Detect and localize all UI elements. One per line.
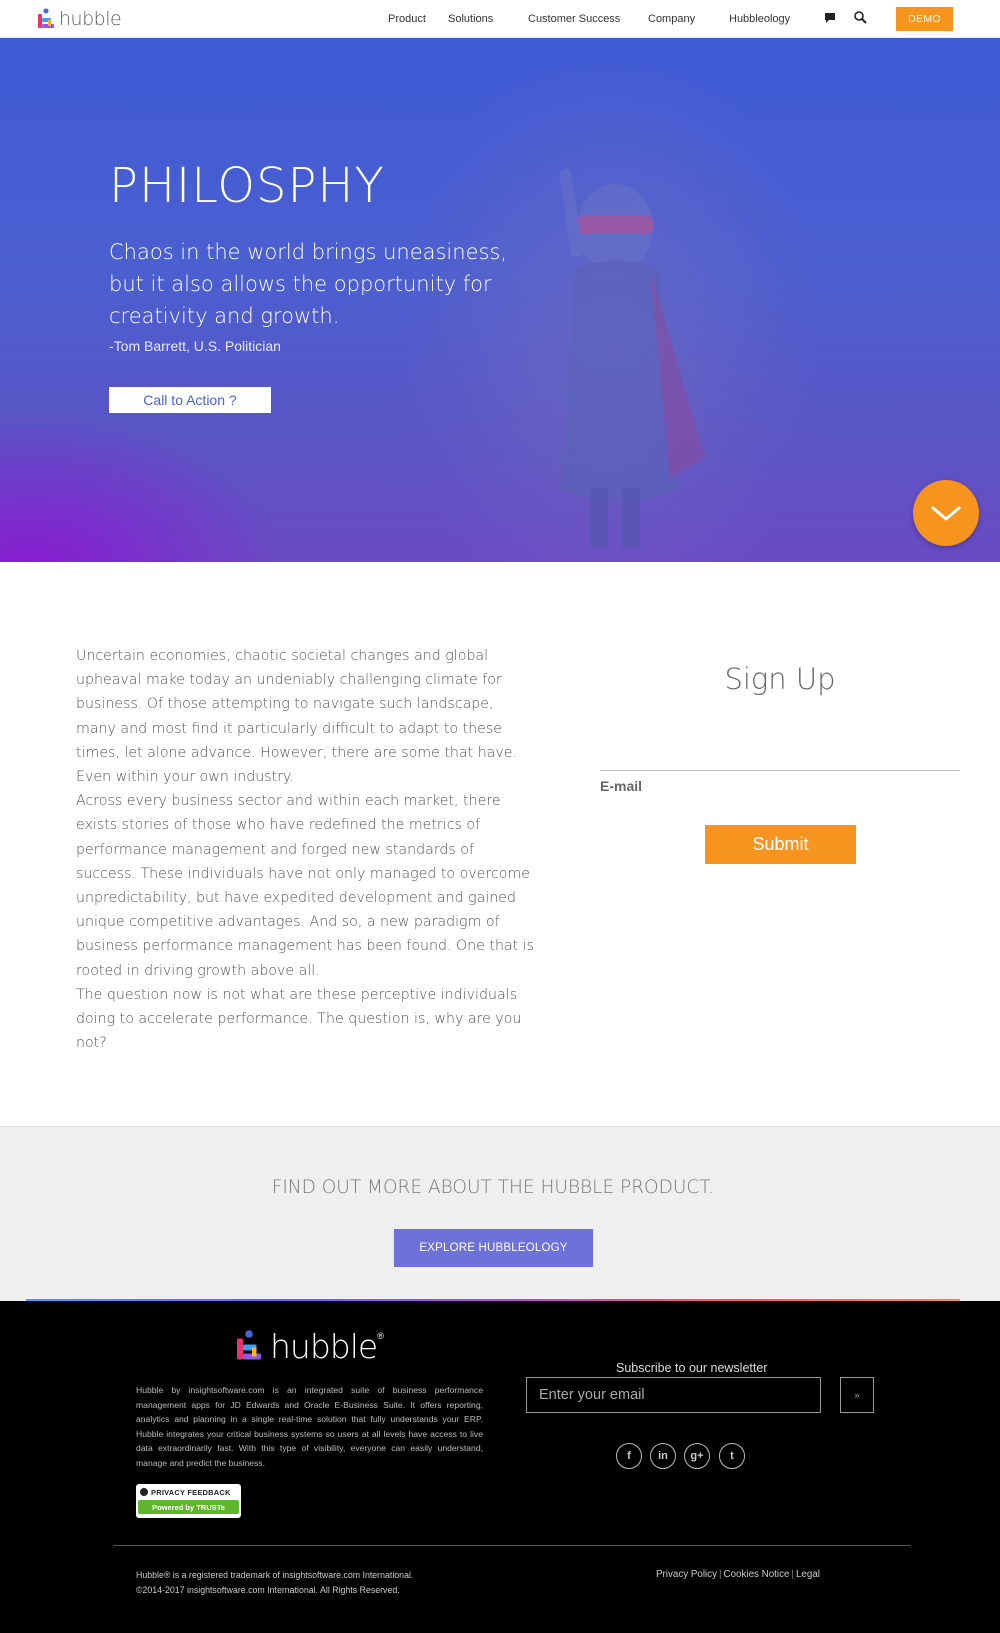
demo-button[interactable]: DEMO <box>896 7 953 31</box>
footer: hubble ® Hubble by insightsoftware.com i… <box>0 1301 1000 1633</box>
hero-quote: Chaos in the world brings uneasiness, bu… <box>109 240 508 328</box>
body-paragraph: The question now is not what are these p… <box>76 986 522 1052</box>
hubble-logo-icon <box>237 1330 261 1360</box>
link-separator: | <box>718 1569 722 1580</box>
body-paragraph: Across every business sector and within … <box>76 793 535 979</box>
philosophy-body-text: Uncertain economies, chaotic societal ch… <box>76 644 536 1055</box>
registered-mark: ® <box>377 1331 384 1341</box>
speech-bubble-icon <box>140 1488 148 1496</box>
hero-quote-author: -Tom Barrett, U.S. Politician <box>109 338 281 354</box>
footer-logo[interactable]: hubble ® <box>234 1326 384 1366</box>
hero-banner: PHILOSPHY Chaos in the world brings unea… <box>0 38 1000 562</box>
facebook-icon[interactable]: f <box>616 1443 642 1469</box>
legal-link[interactable]: Legal <box>796 1569 820 1580</box>
nav-company[interactable]: Company <box>648 13 695 25</box>
nav-customer-success[interactable]: Customer Success <box>528 13 620 25</box>
scroll-down-button[interactable] <box>913 480 979 546</box>
truste-privacy-badge[interactable]: PRIVACY FEEDBACK Powered by TRUSTe <box>136 1484 241 1518</box>
trust-badge-top-text: PRIVACY FEEDBACK <box>151 1487 231 1497</box>
nav-hubbleology[interactable]: Hubbleology <box>729 13 790 25</box>
explore-hubbleology-button[interactable]: EXPLORE HUBBLEOLOGY <box>394 1229 593 1267</box>
nav-solutions[interactable]: Solutions <box>448 13 493 25</box>
newsletter-subscribe-button[interactable]: » <box>840 1377 874 1413</box>
privacy-policy-link[interactable]: Privacy Policy <box>656 1569 717 1580</box>
explore-band-title: FIND OUT MORE ABOUT THE HUBBLE PRODUCT. <box>271 1177 715 1198</box>
newsletter-email-input[interactable]: Enter your email <box>526 1377 821 1413</box>
chevron-down-icon <box>931 506 961 521</box>
newsletter-title: Subscribe to our newsletter <box>616 1361 768 1375</box>
submit-button[interactable]: Submit <box>705 825 856 864</box>
call-to-action-button[interactable]: Call to Action ? <box>109 387 271 413</box>
trademark-text: Hubble® is a registered trademark of ins… <box>136 1570 414 1580</box>
email-field-label: E-mail <box>600 778 643 794</box>
trust-badge-bottom-text: Powered by TRUSTe <box>138 1500 239 1514</box>
nav-links: Product Solutions Customer Success Compa… <box>0 12 1000 28</box>
footer-description: Hubble by insightsoftware.com is an inte… <box>136 1385 483 1468</box>
footer-links: Privacy Policy | Cookies Notice | Legal <box>656 1569 820 1580</box>
footer-divider <box>113 1545 911 1546</box>
search-icon[interactable] <box>852 9 870 27</box>
hero-title: PHILOSPHY <box>109 158 385 214</box>
top-navbar: hubble Product Solutions Customer Succes… <box>0 0 1000 38</box>
hero-child-silhouette <box>559 168 705 548</box>
linkedin-icon[interactable]: in <box>650 1443 676 1469</box>
body-paragraph: Uncertain economies, chaotic societal ch… <box>76 648 518 786</box>
nav-product[interactable]: Product <box>388 13 426 25</box>
email-field[interactable] <box>600 770 960 771</box>
footer-copyright: Hubble® is a registered trademark of ins… <box>136 1568 413 1597</box>
chat-icon[interactable] <box>821 9 839 27</box>
twitter-icon[interactable]: t <box>719 1443 745 1469</box>
cookies-notice-link[interactable]: Cookies Notice <box>724 1569 790 1580</box>
google-plus-icon[interactable]: g+ <box>684 1443 710 1469</box>
link-separator: | <box>791 1569 794 1580</box>
footer-logo-wordmark: hubble <box>270 1326 378 1366</box>
copyright-text: ©2014-2017 insightsoftware.com Internati… <box>136 1584 400 1595</box>
signup-title: Sign Up <box>724 662 836 696</box>
explore-band: FIND OUT MORE ABOUT THE HUBBLE PRODUCT. … <box>0 1126 1000 1301</box>
